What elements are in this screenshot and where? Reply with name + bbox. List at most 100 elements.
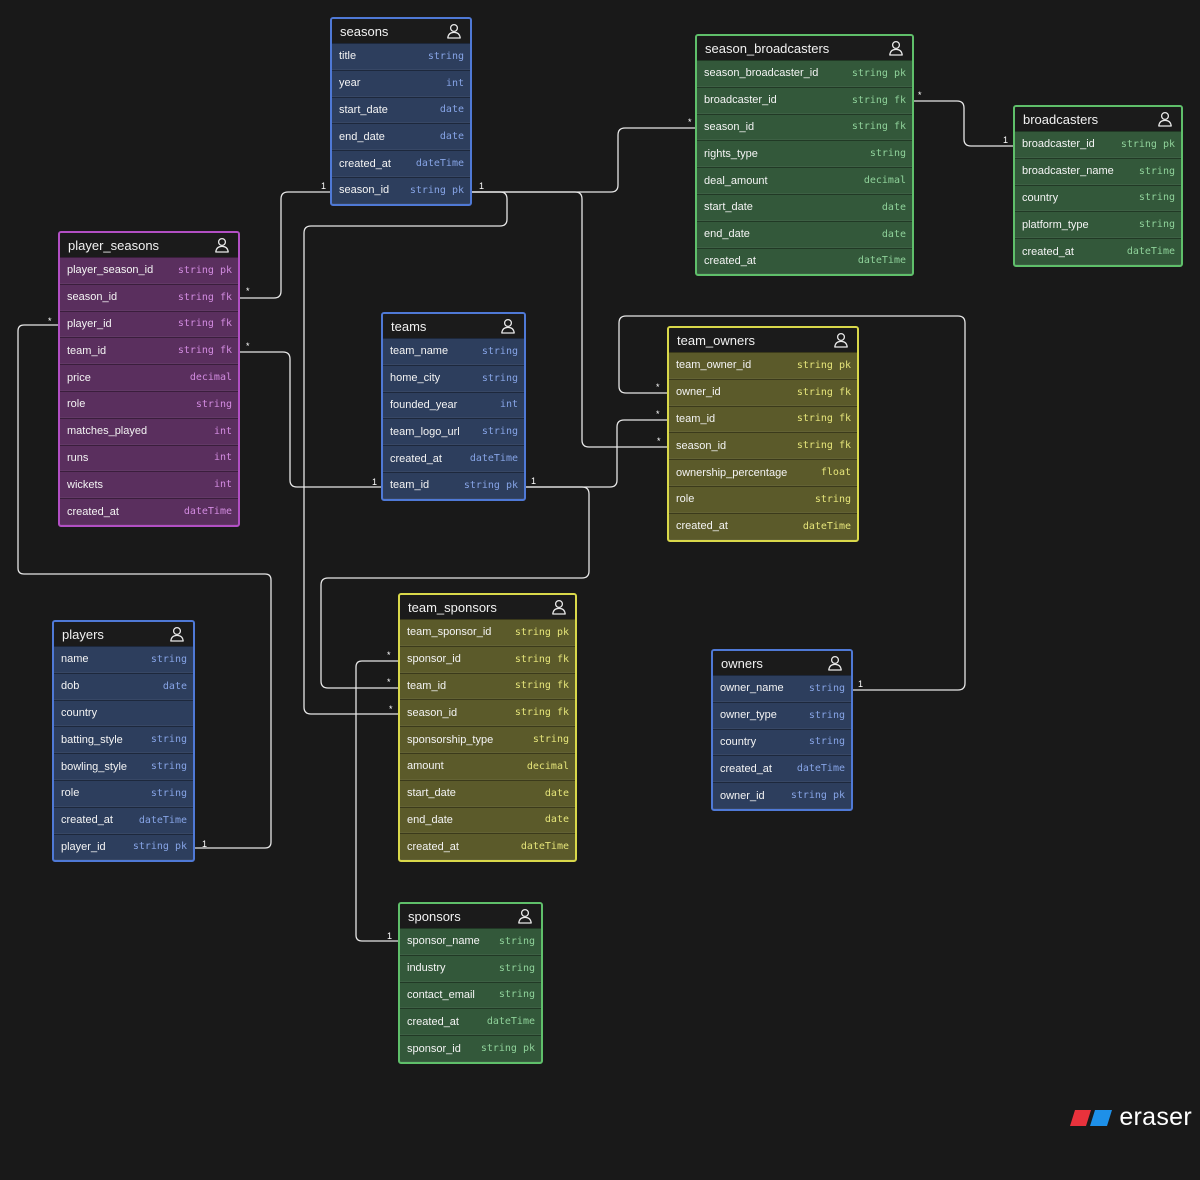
field-row[interactable]: founded_year int bbox=[383, 391, 524, 419]
field-row[interactable]: owner_name string bbox=[713, 675, 851, 702]
field-row[interactable]: season_id string fk bbox=[400, 699, 575, 727]
field-row[interactable]: created_at dateTime bbox=[400, 1008, 541, 1036]
entity-season-broadcasters[interactable]: season_broadcasters season_broadcaster_id… bbox=[695, 34, 914, 277]
field-name: season_id bbox=[704, 120, 755, 133]
entity-header[interactable]: season_broadcasters bbox=[697, 36, 912, 60]
field-row[interactable]: industry string bbox=[400, 954, 541, 982]
field-row[interactable]: season_broadcaster_id string pk bbox=[697, 60, 912, 87]
field-row[interactable]: player_season_id string pk bbox=[60, 257, 238, 284]
field-row[interactable]: team_owner_id string pk bbox=[669, 352, 857, 379]
field-type: string bbox=[480, 1043, 517, 1055]
field-row[interactable]: runs int bbox=[60, 444, 238, 472]
field-row[interactable]: platform_type string bbox=[1015, 211, 1181, 239]
entity-seasons[interactable]: seasons title string year int start_date date e… bbox=[330, 17, 472, 206]
field-row[interactable]: role string bbox=[54, 779, 193, 807]
field-row[interactable]: amount decimal bbox=[400, 752, 575, 780]
field-row[interactable]: sponsor_id string fk bbox=[400, 645, 575, 673]
entity-header[interactable]: teams bbox=[383, 314, 524, 338]
field-meta: string pk bbox=[797, 360, 851, 371]
entity-header[interactable]: owners bbox=[713, 651, 851, 675]
entity-players[interactable]: players name string dob date country batting_s… bbox=[52, 620, 195, 863]
field-row[interactable]: team_id string fk bbox=[60, 337, 238, 365]
field-row[interactable]: start_date date bbox=[697, 193, 912, 221]
field-row[interactable]: end_date date bbox=[400, 806, 575, 834]
field-meta: string pk bbox=[410, 185, 464, 196]
field-row[interactable]: batting_style string bbox=[54, 726, 193, 754]
field-row[interactable]: owner_type string bbox=[713, 701, 851, 729]
field-type: string bbox=[481, 426, 518, 438]
field-row[interactable]: created_at dateTime bbox=[400, 833, 575, 861]
field-row[interactable]: start_date date bbox=[400, 779, 575, 807]
entity-team-sponsors[interactable]: team_sponsors team_sponsor_id string pk spon… bbox=[398, 593, 577, 863]
entity-header[interactable]: team_sponsors bbox=[400, 595, 575, 619]
field-row[interactable]: created_at dateTime bbox=[697, 247, 912, 275]
field-name: ownership_percentage bbox=[676, 466, 788, 479]
field-row[interactable]: bowling_style string bbox=[54, 753, 193, 780]
field-row[interactable]: created_at dateTime bbox=[713, 755, 851, 783]
entity-header[interactable]: seasons bbox=[332, 19, 470, 43]
entity-header[interactable]: team_owners bbox=[669, 328, 857, 352]
field-row[interactable]: created_at dateTime bbox=[54, 806, 193, 834]
field-row[interactable]: broadcaster_id string pk bbox=[1015, 131, 1181, 158]
field-row[interactable]: matches_played int bbox=[60, 417, 238, 445]
entity-header[interactable]: sponsors bbox=[400, 904, 541, 928]
field-row[interactable]: created_at dateTime bbox=[1015, 238, 1181, 265]
field-row[interactable]: team_name string bbox=[383, 338, 524, 365]
entity-header[interactable]: broadcasters bbox=[1015, 107, 1181, 131]
field-row[interactable]: sponsorship_type string bbox=[400, 726, 575, 753]
field-key-badge: pk bbox=[832, 790, 845, 802]
field-name: player_id bbox=[61, 840, 106, 853]
entity-header[interactable]: player_seasons bbox=[60, 233, 238, 257]
field-row[interactable]: season_id string fk bbox=[60, 283, 238, 311]
entity-sponsors[interactable]: sponsors sponsor_name string industry string… bbox=[398, 902, 543, 1064]
field-row[interactable]: country string bbox=[1015, 184, 1181, 212]
entity-broadcasters[interactable]: broadcasters broadcaster_id string pk broadc… bbox=[1013, 105, 1183, 267]
field-row[interactable]: home_city string bbox=[383, 364, 524, 392]
field-row[interactable]: team_id string pk bbox=[383, 471, 524, 499]
field-row[interactable]: ownership_percentage float bbox=[669, 459, 857, 486]
entity-header[interactable]: players bbox=[54, 622, 193, 646]
field-row[interactable]: contact_email string bbox=[400, 981, 541, 1009]
field-row[interactable]: year int bbox=[332, 69, 470, 97]
field-row[interactable]: dob date bbox=[54, 672, 193, 700]
field-row[interactable]: broadcaster_name string bbox=[1015, 157, 1181, 185]
field-row[interactable]: created_at dateTime bbox=[332, 150, 470, 177]
field-row[interactable]: end_date date bbox=[332, 123, 470, 151]
field-row[interactable]: title string bbox=[332, 43, 470, 70]
field-row[interactable]: role string bbox=[669, 485, 857, 513]
field-row[interactable]: season_id string fk bbox=[697, 113, 912, 141]
field-row[interactable]: broadcaster_id string fk bbox=[697, 86, 912, 114]
field-row[interactable]: created_at dateTime bbox=[383, 445, 524, 472]
field-row[interactable]: created_at dateTime bbox=[60, 498, 238, 525]
field-row[interactable]: owner_id string pk bbox=[713, 782, 851, 809]
field-type: string bbox=[796, 386, 833, 398]
field-row[interactable]: country string bbox=[713, 728, 851, 756]
field-row[interactable]: rights_type string bbox=[697, 140, 912, 168]
field-row[interactable]: team_sponsor_id string pk bbox=[400, 619, 575, 646]
field-row[interactable]: season_id string fk bbox=[669, 432, 857, 460]
field-row[interactable]: name string bbox=[54, 646, 193, 673]
field-row[interactable]: price decimal bbox=[60, 364, 238, 391]
field-row[interactable]: player_id string pk bbox=[54, 833, 193, 861]
field-row[interactable]: created_at dateTime bbox=[669, 512, 857, 540]
field-row[interactable]: team_id string fk bbox=[400, 672, 575, 700]
field-row[interactable]: season_id string pk bbox=[332, 176, 470, 204]
field-row[interactable]: team_logo_url string bbox=[383, 418, 524, 446]
field-row[interactable]: deal_amount decimal bbox=[697, 167, 912, 194]
field-row[interactable]: sponsor_name string bbox=[400, 928, 541, 955]
entity-owners[interactable]: owners owner_name string owner_type string co… bbox=[711, 649, 853, 811]
entity-team-owners[interactable]: team_owners team_owner_id string pk owner_id… bbox=[667, 326, 859, 542]
field-row[interactable]: player_id string fk bbox=[60, 310, 238, 338]
entity-player-seasons[interactable]: player_seasons player_season_id string pk se… bbox=[58, 231, 240, 527]
field-row[interactable]: country bbox=[54, 699, 193, 727]
field-row[interactable]: end_date date bbox=[697, 220, 912, 248]
field-type: string bbox=[851, 67, 888, 79]
field-row[interactable]: wickets int bbox=[60, 471, 238, 499]
field-row[interactable]: start_date date bbox=[332, 96, 470, 124]
field-row[interactable]: sponsor_id string pk bbox=[400, 1035, 541, 1062]
card-many: * bbox=[48, 316, 52, 326]
field-row[interactable]: team_id string fk bbox=[669, 405, 857, 433]
field-row[interactable]: owner_id string fk bbox=[669, 378, 857, 406]
field-row[interactable]: role string bbox=[60, 390, 238, 418]
entity-teams[interactable]: teams team_name string home_city string found… bbox=[381, 312, 526, 501]
